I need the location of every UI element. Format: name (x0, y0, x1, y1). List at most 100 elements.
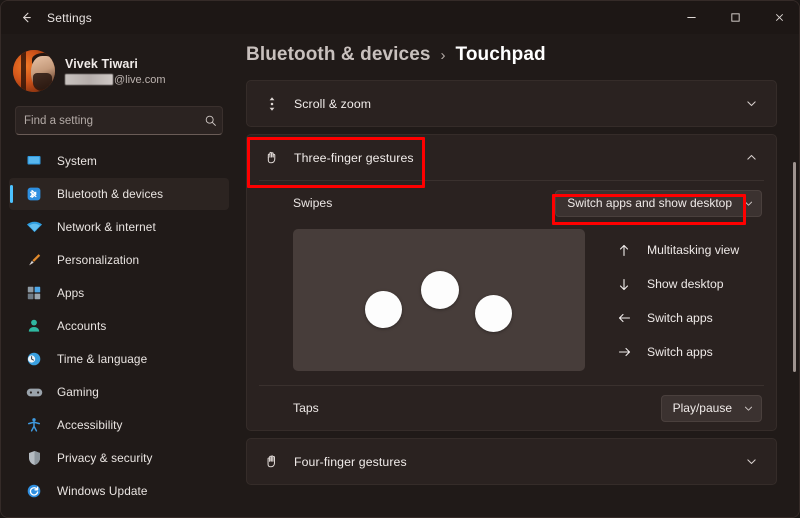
minimize-icon (686, 17, 696, 18)
sidebar-item-accounts[interactable]: Accounts (9, 310, 229, 342)
sidebar-item-privacy-security[interactable]: Privacy & security (9, 442, 229, 474)
app-title: Settings (47, 10, 92, 25)
finger-dot (475, 295, 512, 332)
gesture-action-label: Switch apps (647, 311, 713, 325)
sidebar-item-label: Accessibility (57, 418, 123, 432)
gesture-action-left: Switch apps (613, 301, 762, 335)
breadcrumb-separator-icon: › (440, 47, 446, 64)
panel-four-finger-gestures-header[interactable]: Four-finger gestures (247, 439, 776, 484)
swipes-dropdown-value: Switch apps and show desktop (567, 196, 732, 210)
arrow-right-icon (613, 345, 635, 359)
sidebar-item-personalization[interactable]: Personalization (9, 244, 229, 276)
clock-globe-icon (23, 350, 45, 368)
chevron-down-icon (743, 198, 754, 209)
accessibility-person-icon (23, 416, 45, 434)
gesture-action-label: Show desktop (647, 277, 724, 291)
close-button[interactable] (757, 1, 799, 34)
panel-three-finger-gestures-label: Three-finger gestures (294, 150, 414, 165)
four-finger-hand-icon (259, 453, 285, 470)
search-input[interactable] (16, 114, 198, 127)
gesture-action-up: Multitasking view (613, 233, 762, 267)
title-bar: Settings (1, 1, 799, 34)
sidebar-item-windows-update[interactable]: Windows Update (9, 475, 229, 507)
settings-window: Settings Vivek Tiwari @live.com Find a s… (0, 0, 800, 518)
gesture-preview-row: Multitasking view Show desktop Switch ap… (247, 225, 776, 385)
taps-dropdown-value: Play/pause (672, 401, 732, 415)
content-area: Bluetooth & devices › Touchpad Scroll & … (237, 34, 799, 517)
arrow-left-icon (613, 311, 635, 325)
chevron-down-icon[interactable] (740, 455, 762, 468)
sidebar-item-apps[interactable]: Apps (9, 277, 229, 309)
window-controls (669, 1, 799, 34)
content-scrollbar[interactable] (793, 162, 796, 372)
scroll-vertical-icon (259, 95, 285, 113)
sidebar-item-network-internet[interactable]: Network & internet (9, 211, 229, 243)
taps-dropdown[interactable]: Play/pause (660, 394, 762, 422)
back-arrow-icon (22, 12, 31, 23)
sidebar-item-label: Accounts (57, 319, 107, 333)
panel-three-finger-gestures-header[interactable]: Three-finger gestures (247, 135, 776, 180)
redacted-email-block (65, 74, 113, 85)
minimize-button[interactable] (669, 1, 713, 34)
profile-email-domain: @live.com (114, 73, 166, 86)
arrow-down-icon (613, 277, 635, 292)
sidebar-item-label: Apps (57, 286, 85, 300)
three-finger-hand-icon (259, 149, 285, 166)
sidebar-item-label: Gaming (57, 385, 99, 399)
shield-icon (23, 449, 45, 467)
gesture-action-right: Switch apps (613, 335, 762, 369)
page-title: Touchpad (455, 44, 546, 65)
panel-scroll-zoom[interactable]: Scroll & zoom (246, 80, 777, 127)
refresh-circle-icon (23, 482, 45, 500)
sidebar-item-label: Windows Update (57, 484, 148, 498)
breadcrumb: Bluetooth & devices › Touchpad (237, 34, 799, 80)
sidebar-item-time-language[interactable]: Time & language (9, 343, 229, 375)
sidebar-item-accessibility[interactable]: Accessibility (9, 409, 229, 441)
sidebar-nav: System Bluetooth & devices Network & int… (1, 145, 237, 507)
touchpad-three-dots-illustration (293, 229, 585, 371)
sidebar-item-system[interactable]: System (9, 145, 229, 177)
sidebar-item-label: Network & internet (57, 220, 156, 234)
gesture-action-label: Switch apps (647, 345, 713, 359)
back-button[interactable] (9, 3, 43, 33)
sidebar-item-gaming[interactable]: Gaming (9, 376, 229, 408)
taps-label: Taps (293, 401, 319, 415)
gesture-action-label: Multitasking view (647, 243, 740, 257)
sidebar: Vivek Tiwari @live.com Find a setting Sy… (1, 34, 237, 517)
chevron-down-icon[interactable] (740, 97, 762, 110)
search-box[interactable] (15, 106, 223, 135)
gesture-actions-list: Multitasking view Show desktop Switch ap… (585, 229, 762, 373)
monitor-icon (23, 152, 45, 170)
sidebar-item-label: Bluetooth & devices (57, 187, 164, 201)
avatar (13, 50, 55, 92)
finger-dot (365, 291, 402, 328)
panel-scroll-zoom-header[interactable]: Scroll & zoom (247, 81, 776, 126)
breadcrumb-parent[interactable]: Bluetooth & devices (246, 44, 431, 66)
maximize-icon (730, 13, 740, 22)
apps-grid-icon (23, 284, 45, 302)
paintbrush-icon (23, 251, 45, 269)
panel-four-finger-gestures-label: Four-finger gestures (294, 454, 407, 469)
panel-four-finger-gestures[interactable]: Four-finger gestures (246, 438, 777, 485)
settings-panels: Scroll & zoom Three-finger gestures Swip… (237, 80, 799, 485)
gamepad-icon (23, 383, 45, 401)
person-icon (23, 317, 45, 335)
maximize-button[interactable] (713, 1, 757, 34)
swipes-dropdown[interactable]: Switch apps and show desktop (555, 189, 762, 217)
sidebar-item-bluetooth-devices[interactable]: Bluetooth & devices (9, 178, 229, 210)
row-taps: Taps Play/pause (247, 386, 776, 430)
panel-three-finger-gestures: Three-finger gestures Swipes Switch apps… (246, 134, 777, 431)
chevron-down-icon (743, 403, 754, 414)
sidebar-item-label: Time & language (57, 352, 148, 366)
profile-email: @live.com (65, 74, 166, 86)
search-icon (198, 114, 222, 127)
wifi-icon (23, 218, 45, 236)
panel-scroll-zoom-label: Scroll & zoom (294, 96, 372, 111)
sidebar-item-label: System (57, 154, 97, 168)
user-profile[interactable]: Vivek Tiwari @live.com (1, 34, 237, 96)
row-swipes: Swipes Switch apps and show desktop (247, 181, 776, 225)
chevron-up-icon[interactable] (740, 151, 762, 164)
sidebar-item-label: Personalization (57, 253, 140, 267)
finger-dot (421, 271, 459, 309)
close-icon (775, 13, 783, 22)
